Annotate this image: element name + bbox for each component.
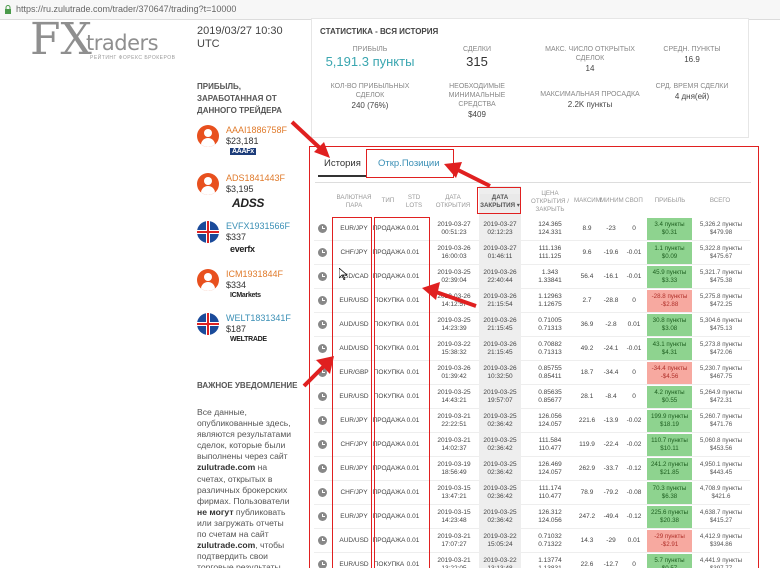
broker-logo: AAAFx — [230, 148, 256, 155]
annotation-arrow-icon — [302, 356, 334, 388]
follower-name[interactable]: ICM1931844F — [226, 269, 283, 279]
lock-icon — [5, 5, 11, 14]
stat-avg-pips: СРЕДН. ПУНКТЫ 16.9 — [663, 46, 721, 64]
follower-entry[interactable]: WELT1831341F $187 WELTRADE — [197, 313, 307, 353]
annotation-arrow-icon — [422, 282, 477, 308]
follower-amount: $3,195 — [226, 184, 254, 194]
site-link[interactable]: zulutrade.com — [197, 462, 255, 472]
notice-text: Все данные, опубликованные здесь, являют… — [197, 407, 292, 568]
user-avatar-icon — [197, 125, 219, 147]
follower-entry[interactable]: EVFX1931566F $337 everfx — [197, 221, 307, 261]
stat-profit: ПРИБЫЛЬ 5,191.3 пункты — [325, 46, 415, 69]
annotation-box-open-tab — [366, 149, 454, 178]
follower-amount: $337 — [226, 232, 247, 242]
follower-name[interactable]: EVFX1931566F — [226, 221, 290, 231]
url-text: https://ru.zulutrade.com/trader/370647/t… — [16, 4, 237, 14]
stat-profitable: КОЛ-ВО ПРИБЫЛЬНЫХ СДЕЛОК 240 (76%) — [330, 83, 410, 110]
broker-logo: ICMarkets — [230, 292, 261, 299]
stat-drawdown: МАКСИМАЛЬНАЯ ПРОСАДКА 2.2K пункты — [540, 91, 640, 109]
user-avatar-icon — [197, 269, 219, 291]
user-avatar-icon — [197, 173, 219, 195]
stat-min-margin: НЕОБХОДИМЫЕ МИНИМАЛЬНЫЕ СРЕДСТВА $409 — [448, 83, 506, 119]
stat-trades: СДЕЛКИ 315 — [462, 46, 491, 69]
flag-icon — [197, 221, 219, 243]
browser-url-bar[interactable]: https://ru.zulutrade.com/trader/370647/t… — [0, 0, 780, 20]
stat-avg-time: СРД. ВРЕМЯ СДЕЛКИ 4 дня(ей) — [655, 83, 729, 101]
annotation-box-close-date — [477, 187, 521, 214]
follower-amount: $187 — [226, 324, 247, 334]
site-link[interactable]: zulutrade.com — [197, 540, 255, 550]
fx-traders-logo: FX traders РЕЙТИНГ ФОРЕКС БРОКЕРОВ — [30, 14, 175, 68]
broker-logo: ADSS — [232, 196, 265, 210]
logo-tagline: РЕЙТИНГ ФОРЕКС БРОКЕРОВ — [90, 55, 176, 61]
report-datetime: 2019/03/27 10:30 UTC — [197, 25, 283, 50]
annotation-arrow-icon — [444, 162, 491, 188]
profit-from-trader-label: ПРИБЫЛЬ, ЗАРАБОТАННАЯ ОТ ДАННОГО ТРЕЙДЕР… — [197, 82, 282, 115]
follower-name[interactable]: AAAI1886758F — [226, 125, 287, 135]
follower-entry[interactable]: ADS1841443F $3,195 ADSS — [197, 173, 307, 213]
annotation-arrow-icon — [290, 120, 330, 158]
follower-amount: $23,181 — [226, 136, 259, 146]
broker-logo: WELTRADE — [230, 336, 267, 343]
annotation-box-pair-column — [332, 217, 372, 568]
follower-amount: $334 — [226, 280, 247, 290]
annotation-box-type-column — [374, 217, 430, 568]
stat-max-open: МАКС. ЧИСЛО ОТКРЫТЫХ СДЕЛОК 14 — [545, 46, 635, 73]
follower-name[interactable]: WELT1831341F — [226, 313, 291, 323]
logo-traders: traders — [86, 31, 159, 55]
statistics-title: СТАТИСТИКА - ВСЯ ИСТОРИЯ — [320, 27, 439, 36]
logo-fx: FX — [30, 14, 92, 65]
broker-logo: everfx — [230, 244, 255, 254]
follower-name[interactable]: ADS1841443F — [226, 173, 285, 183]
flag-icon — [197, 313, 219, 335]
follower-entry[interactable]: ICM1931844F $334 ICMarkets — [197, 269, 307, 309]
mouse-cursor-icon — [339, 268, 347, 280]
statistics-panel: СТАТИСТИКА - ВСЯ ИСТОРИЯ ПРИБЫЛЬ 5,191.3… — [311, 18, 749, 138]
notice-title: ВАЖНОЕ УВЕДОМЛЕНИЕ — [197, 381, 298, 390]
